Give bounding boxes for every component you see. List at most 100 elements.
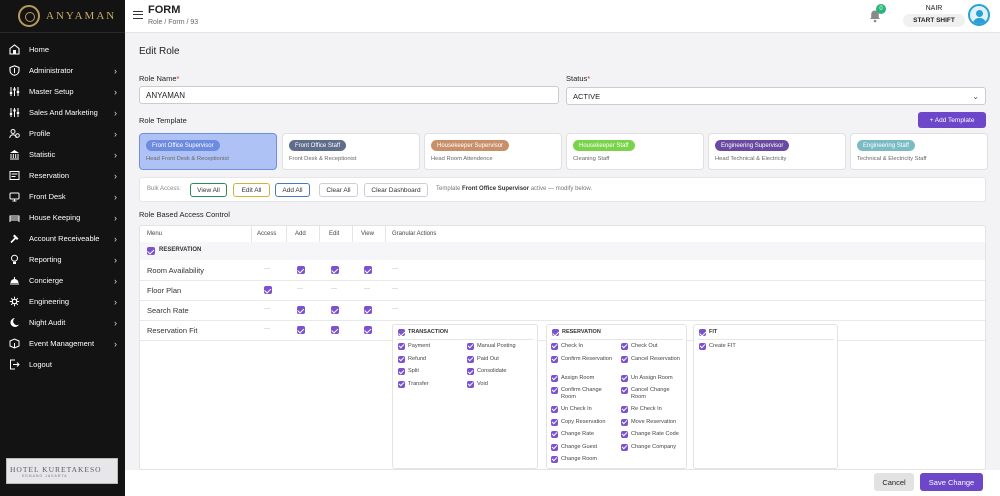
granular-action[interactable]: Change Rate	[551, 431, 615, 438]
action-checkbox[interactable]	[398, 355, 405, 363]
action-checkbox[interactable]	[467, 368, 474, 376]
template-card[interactable]: Engineering Staff Technical & Electricity…	[850, 133, 988, 170]
granular-action[interactable]: Un Check In	[551, 406, 615, 413]
granular-action[interactable]: Consolidate	[467, 368, 531, 376]
action-checkbox[interactable]	[398, 343, 405, 350]
sidebar-item-concierge[interactable]: Concierge ›	[0, 270, 125, 291]
granular-action[interactable]: Transfer	[398, 381, 462, 389]
view-all-button[interactable]: View All	[190, 183, 227, 197]
save-change-button[interactable]: Save Change	[920, 473, 983, 491]
start-shift-button[interactable]: START SHIFT	[903, 14, 965, 27]
granular-action[interactable]: Confirm Change Room	[551, 387, 615, 400]
add-checkbox[interactable]	[297, 306, 305, 314]
user-avatar[interactable]	[968, 4, 990, 26]
brand-logo[interactable]: ANYAMAN	[0, 0, 125, 33]
action-checkbox[interactable]	[551, 387, 558, 394]
action-checkbox[interactable]	[621, 343, 628, 350]
action-checkbox[interactable]	[621, 406, 628, 413]
panel-checkbox[interactable]	[699, 329, 706, 336]
sidebar-item-reporting[interactable]: Reporting ›	[0, 249, 125, 270]
granular-action[interactable]: Refund	[398, 355, 462, 363]
action-checkbox[interactable]	[551, 431, 558, 438]
edit-all-button[interactable]: Edit All	[233, 183, 270, 197]
action-checkbox[interactable]	[551, 355, 558, 363]
view-checkbox[interactable]	[364, 326, 372, 334]
edit-checkbox[interactable]	[331, 266, 339, 274]
template-card[interactable]: Engineering Supervisor Head Technical & E…	[708, 133, 846, 170]
role-name-input[interactable]: ANYAMAN	[139, 86, 559, 104]
granular-action[interactable]: Split	[398, 368, 462, 376]
panel-checkbox[interactable]	[552, 329, 559, 336]
template-card[interactable]: Housekeeper Staff Cleaning Staff	[566, 133, 704, 170]
action-checkbox[interactable]	[621, 431, 628, 438]
edit-checkbox[interactable]	[331, 306, 339, 314]
add-all-button[interactable]: Add All	[275, 183, 310, 197]
clear-all-button[interactable]: Clear All	[319, 183, 358, 197]
action-checkbox[interactable]	[398, 368, 405, 376]
granular-action[interactable]: Check Out	[621, 343, 685, 350]
sidebar-item-statistic[interactable]: Statistic ›	[0, 144, 125, 165]
granular-action[interactable]: Cancel Change Room	[621, 387, 685, 400]
action-checkbox[interactable]	[398, 381, 405, 389]
add-template-button[interactable]: + Add Template	[918, 112, 986, 128]
action-checkbox[interactable]	[621, 418, 628, 426]
template-card[interactable]: Front Office Staff Front Desk & Reception…	[282, 133, 420, 170]
granular-action[interactable]: Un Assign Room	[621, 374, 685, 382]
sidebar-item-engineering[interactable]: Engineering ›	[0, 291, 125, 312]
template-card[interactable]: Housekeeper Supervisor Head Room Attenden…	[424, 133, 562, 170]
granular-action[interactable]: Change Rate Code	[621, 431, 685, 438]
sidebar-item-reservation[interactable]: Reservation ›	[0, 165, 125, 186]
sidebar-item-sales-and-marketing[interactable]: Sales And Marketing ›	[0, 102, 125, 123]
action-checkbox[interactable]	[551, 343, 558, 350]
sidebar-item-house-keeping[interactable]: House Keeping ›	[0, 207, 125, 228]
menu-toggle-icon[interactable]	[133, 11, 143, 19]
granular-action[interactable]: Confirm Reservation	[551, 355, 615, 363]
granular-action[interactable]: Cancel Reservation	[621, 355, 685, 363]
granular-action[interactable]: Manual Posting	[467, 343, 531, 350]
add-checkbox[interactable]	[297, 266, 305, 274]
cancel-button[interactable]: Cancel	[874, 473, 914, 491]
granular-action[interactable]: Create FIT	[699, 343, 763, 350]
action-checkbox[interactable]	[551, 443, 558, 451]
view-checkbox[interactable]	[364, 306, 372, 314]
granular-action[interactable]: Check In	[551, 343, 615, 350]
granular-action[interactable]: Payment	[398, 343, 462, 350]
granular-action[interactable]: Void	[467, 381, 531, 389]
granular-action[interactable]: Change Room	[551, 456, 615, 463]
granular-action[interactable]: Re Check In	[621, 406, 685, 413]
status-select[interactable]: ACTIVE ⌄	[566, 87, 986, 105]
clear-dashboard-button[interactable]: Clear Dashboard	[364, 183, 428, 197]
sidebar-item-profile[interactable]: Profile ›	[0, 123, 125, 144]
sidebar-item-master-setup[interactable]: Master Setup ›	[0, 81, 125, 102]
sidebar-item-home[interactable]: Home	[0, 39, 125, 60]
granular-action[interactable]: Assign Room	[551, 374, 615, 382]
action-checkbox[interactable]	[467, 381, 474, 389]
granular-action[interactable]: Change Company	[621, 443, 685, 451]
action-checkbox[interactable]	[467, 355, 474, 363]
sidebar-item-administrator[interactable]: Administrator ›	[0, 60, 125, 81]
action-checkbox[interactable]	[621, 374, 628, 382]
action-checkbox[interactable]	[467, 343, 474, 350]
edit-checkbox[interactable]	[331, 326, 339, 334]
access-checkbox[interactable]	[264, 286, 272, 294]
sidebar-item-logout[interactable]: Logout	[0, 354, 125, 375]
sidebar-item-front-desk[interactable]: Front Desk ›	[0, 186, 125, 207]
template-card[interactable]: Front Office Supervisor Head Front Desk &…	[139, 133, 277, 170]
action-checkbox[interactable]	[551, 406, 558, 413]
action-checkbox[interactable]	[621, 355, 628, 363]
view-checkbox[interactable]	[364, 266, 372, 274]
sidebar-item-account-receiveable[interactable]: Account Receiveable ›	[0, 228, 125, 249]
action-checkbox[interactable]	[551, 456, 558, 463]
granular-action[interactable]: Copy Reservation	[551, 418, 615, 426]
add-checkbox[interactable]	[297, 326, 305, 334]
action-checkbox[interactable]	[551, 418, 558, 426]
action-checkbox[interactable]	[699, 343, 706, 350]
action-checkbox[interactable]	[621, 387, 628, 394]
panel-checkbox[interactable]	[398, 329, 405, 336]
action-checkbox[interactable]	[621, 443, 628, 451]
granular-action[interactable]: Paid Out	[467, 355, 531, 363]
granular-action[interactable]: Change Guest	[551, 443, 615, 451]
section-checkbox[interactable]	[147, 247, 155, 255]
action-checkbox[interactable]	[551, 374, 558, 382]
sidebar-item-night-audit[interactable]: Night Audit ›	[0, 312, 125, 333]
